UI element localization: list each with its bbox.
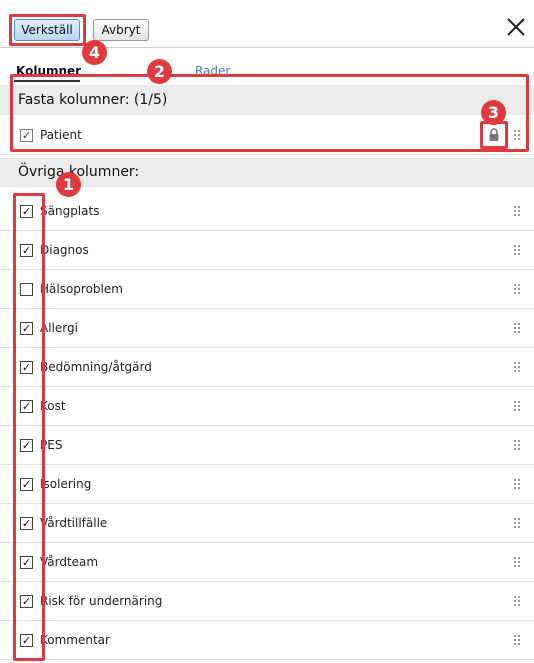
column-row: ✓ Isolering: [0, 465, 534, 504]
drag-handle-icon[interactable]: [514, 596, 522, 608]
active-tab-indicator: [14, 80, 80, 82]
column-checkbox[interactable]: ✓: [20, 205, 33, 218]
lock-icon: [489, 128, 499, 141]
column-label: PES: [40, 438, 63, 452]
column-label: Patient: [40, 128, 82, 142]
drag-handle-icon[interactable]: [514, 130, 522, 142]
cancel-button[interactable]: Avbryt: [93, 19, 149, 41]
column-label: Sängplats: [40, 204, 100, 218]
drag-handle-icon[interactable]: [514, 401, 522, 413]
fixed-columns-heading: Fasta kolumner: (1/5): [0, 85, 534, 115]
column-row: ✓ Diagnos: [0, 231, 534, 270]
column-checkbox[interactable]: [20, 283, 33, 296]
column-row: Hälsoproblem: [0, 270, 534, 309]
column-row: ✓ Sängplats: [0, 192, 534, 231]
column-label: Vårdteam: [40, 555, 99, 569]
column-label: Hälsoproblem: [40, 282, 123, 296]
tab-columns[interactable]: Kolumner: [16, 64, 81, 78]
drag-handle-icon[interactable]: [514, 557, 522, 569]
column-row: ✓ Vårdteam: [0, 543, 534, 582]
column-checkbox: ✓: [20, 129, 33, 142]
drag-handle-icon[interactable]: [514, 362, 522, 374]
column-label: Diagnos: [40, 243, 89, 257]
drag-handle-icon[interactable]: [514, 206, 522, 218]
column-checkbox[interactable]: ✓: [20, 556, 33, 569]
column-row: ✓ Allergi: [0, 309, 534, 348]
column-checkbox[interactable]: ✓: [20, 361, 33, 374]
column-label: Bedömning/åtgärd: [40, 360, 152, 374]
column-row: ✓ Patient: [0, 116, 534, 155]
annotation-badge-2: 2: [147, 59, 172, 84]
drag-handle-icon[interactable]: [514, 635, 522, 647]
tab-bar: Kolumner Rader: [0, 48, 534, 82]
column-label: Isolering: [40, 477, 92, 491]
drag-handle-icon[interactable]: [514, 518, 522, 530]
column-checkbox[interactable]: ✓: [20, 634, 33, 647]
column-row: ✓ PES: [0, 426, 534, 465]
column-label: Allergi: [40, 321, 78, 335]
toolbar: Verkställ Avbryt: [0, 0, 534, 48]
column-checkbox[interactable]: ✓: [20, 517, 33, 530]
column-row: ✓ Vårdtillfälle: [0, 504, 534, 543]
column-row: ✓ Risk för undernäring: [0, 582, 534, 621]
column-row: ✓ Kommentar: [0, 621, 534, 660]
column-label: Risk för undernäring: [40, 594, 163, 608]
drag-handle-icon[interactable]: [514, 440, 522, 452]
tab-rows[interactable]: Rader: [195, 64, 230, 78]
column-row: ✓ Bedömning/åtgärd: [0, 348, 534, 387]
column-checkbox[interactable]: ✓: [20, 478, 33, 491]
column-label: Vårdtillfälle: [40, 516, 108, 530]
apply-button[interactable]: Verkställ: [14, 19, 80, 41]
annotation-badge-4: 4: [82, 40, 107, 65]
drag-handle-icon[interactable]: [514, 284, 522, 296]
column-checkbox[interactable]: ✓: [20, 322, 33, 335]
column-row: ✓ Kost: [0, 387, 534, 426]
annotation-badge-1: 1: [56, 172, 81, 197]
drag-handle-icon[interactable]: [514, 245, 522, 257]
close-icon[interactable]: [503, 14, 529, 40]
column-checkbox[interactable]: ✓: [20, 400, 33, 413]
column-checkbox[interactable]: ✓: [20, 595, 33, 608]
column-checkbox[interactable]: ✓: [20, 244, 33, 257]
column-checkbox[interactable]: ✓: [20, 439, 33, 452]
drag-handle-icon[interactable]: [514, 479, 522, 491]
annotation-badge-3: 3: [481, 100, 506, 125]
column-label: Kommentar: [40, 633, 110, 647]
column-label: Kost: [40, 399, 66, 413]
drag-handle-icon[interactable]: [514, 323, 522, 335]
